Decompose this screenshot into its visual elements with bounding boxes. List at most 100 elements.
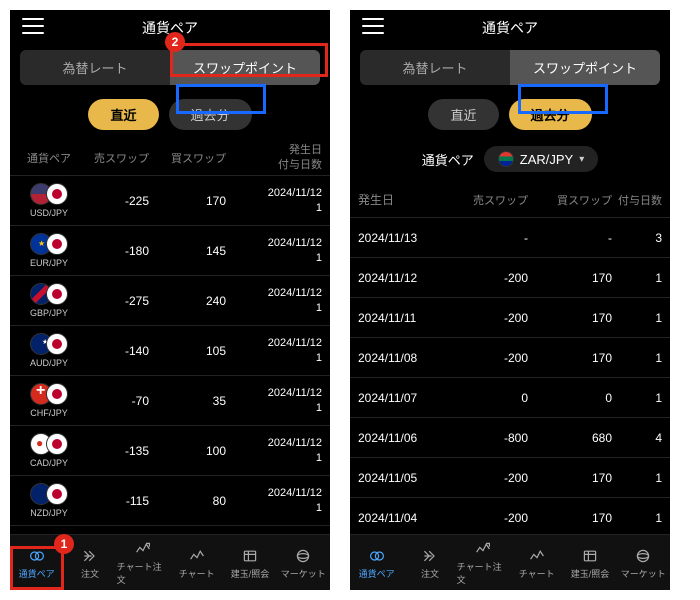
flag-jpy-icon — [46, 433, 68, 455]
buy-swap: 35 — [157, 394, 234, 408]
buy-swap: 170 — [157, 194, 234, 208]
pair-code: USD/JPY — [30, 208, 68, 218]
table-row[interactable]: 2024/11/06-8006804 — [350, 418, 670, 458]
date-cell: 2024/11/11 — [358, 311, 444, 325]
date-cell: 2024/11/12 — [358, 271, 444, 285]
pair-cell: CAD/JPY — [18, 433, 80, 468]
buy-swap: 170 — [528, 511, 612, 525]
buy-swap: 105 — [157, 344, 234, 358]
nav-chart-order[interactable]: チャート注文 — [457, 535, 510, 590]
pair-code: GBP/JPY — [30, 308, 68, 318]
days-cell: 1 — [612, 391, 662, 405]
pair-cell: AUD/JPY — [18, 333, 80, 368]
sell-swap: -115 — [80, 494, 157, 508]
sell-swap: -225 — [80, 194, 157, 208]
nav-label: チャート — [519, 567, 555, 580]
tab-swap[interactable]: スワップポイント — [170, 50, 320, 85]
col-sell: 売スワップ — [80, 150, 157, 166]
nav-market-icon — [293, 547, 313, 565]
nav-order-icon — [80, 547, 100, 565]
pair-selector-label: 通貨ペア — [422, 150, 474, 169]
tab-rate[interactable]: 為替レート — [20, 50, 170, 85]
nav-chart[interactable]: チャート — [170, 535, 223, 590]
table-row[interactable]: AUD/JPY-1401052024/11/121 — [10, 326, 330, 376]
table-row[interactable]: 2024/11/05-2001701 — [350, 458, 670, 498]
pair-dropdown-value: ZAR/JPY — [520, 152, 573, 167]
table-row[interactable]: GBP/JPY-2752402024/11/121 — [10, 276, 330, 326]
table-row[interactable]: CHF/JPY-70352024/11/121 — [10, 376, 330, 426]
nav-chart[interactable]: チャート — [510, 535, 563, 590]
table-row[interactable]: 2024/11/08-2001701 — [350, 338, 670, 378]
period-pills: 直近 過去分 — [10, 99, 330, 130]
pair-dropdown[interactable]: ZAR/JPY ▾ — [484, 146, 599, 172]
col-days: 付与日数 — [612, 192, 662, 208]
buy-swap: 0 — [528, 391, 612, 405]
date-cell: 2024/11/121 — [234, 386, 322, 415]
date-cell: 2024/11/13 — [358, 231, 444, 245]
table-header: 通貨ペア 売スワップ 買スワップ 発生日 付与日数 — [10, 140, 330, 176]
nav-label: 建玉/照会 — [231, 567, 270, 580]
pair-code: EUR/JPY — [30, 258, 68, 268]
nav-position[interactable]: 建玉/照会 — [563, 535, 616, 590]
col-date: 発生日 — [358, 191, 444, 208]
nav-order[interactable]: 注文 — [403, 535, 456, 590]
pill-recent[interactable]: 直近 — [88, 99, 158, 130]
nav-label: チャート注文 — [457, 560, 510, 586]
days-cell: 1 — [612, 471, 662, 485]
pill-recent[interactable]: 直近 — [428, 99, 498, 130]
nav-label: 通貨ペア — [359, 567, 395, 580]
table-row[interactable]: 2024/11/04-2001701 — [350, 498, 670, 534]
tab-swap[interactable]: スワップポイント — [510, 50, 660, 85]
table-row[interactable]: 2024/11/12-2001701 — [350, 258, 670, 298]
date-cell: 2024/11/121 — [234, 286, 322, 315]
menu-icon[interactable] — [22, 18, 44, 34]
buy-swap: 680 — [528, 431, 612, 445]
sell-swap: - — [444, 231, 528, 245]
nav-label: 通貨ペア — [19, 567, 55, 580]
date-cell: 2024/11/05 — [358, 471, 444, 485]
flag-jpy-icon — [46, 483, 68, 505]
sell-swap: -200 — [444, 271, 528, 285]
nav-position[interactable]: 建玉/照会 — [223, 535, 276, 590]
pair-code: AUD/JPY — [30, 358, 68, 368]
buy-swap: 145 — [157, 244, 234, 258]
header: 通貨ペア — [350, 10, 670, 46]
table-row[interactable]: 2024/11/13--3 — [350, 218, 670, 258]
table-row[interactable]: CAD/JPY-1351002024/11/121 — [10, 426, 330, 476]
nav-chart-order-icon — [133, 540, 153, 558]
date-cell: 2024/11/121 — [234, 186, 322, 215]
nav-market[interactable]: マーケット — [277, 535, 330, 590]
table-row[interactable]: 2024/11/11-2001701 — [350, 298, 670, 338]
pill-history[interactable]: 過去分 — [509, 99, 592, 130]
pair-selector-row: 通貨ペア ZAR/JPY ▾ — [350, 146, 670, 172]
pair-code: CAD/JPY — [30, 458, 68, 468]
pair-cell: NZD/JPY — [18, 483, 80, 518]
pair-cell: USD/JPY — [18, 183, 80, 218]
nav-position-icon — [240, 547, 260, 565]
nav-pair[interactable]: 通貨ペア — [350, 535, 403, 590]
nav-market[interactable]: マーケット — [617, 535, 670, 590]
nav-label: マーケット — [281, 567, 326, 580]
flag-jpy-icon — [46, 183, 68, 205]
category-tabs: 為替レート スワップポイント — [360, 50, 660, 85]
table-row[interactable]: NZD/JPY-115802024/11/121 — [10, 476, 330, 526]
nav-pair-icon — [367, 547, 387, 565]
days-cell: 1 — [612, 351, 662, 365]
table-row[interactable]: 2024/11/07001 — [350, 378, 670, 418]
sell-swap: -800 — [444, 431, 528, 445]
days-cell: 1 — [612, 271, 662, 285]
pair-cell: CHF/JPY — [18, 383, 80, 418]
nav-chart-order[interactable]: チャート注文 — [117, 535, 170, 590]
sell-swap: 0 — [444, 391, 528, 405]
pill-history[interactable]: 過去分 — [169, 99, 252, 130]
table-row[interactable]: USD/JPY -2251702024/11/121 — [10, 176, 330, 226]
days-cell: 1 — [612, 311, 662, 325]
nav-label: 注文 — [81, 567, 99, 580]
menu-icon[interactable] — [362, 18, 384, 34]
swap-rows: USD/JPY-2251702024/11/121EUR/JPY-1801452… — [10, 176, 330, 534]
pair-code: CHF/JPY — [30, 408, 68, 418]
pair-code: NZD/JPY — [30, 508, 68, 518]
tab-rate[interactable]: 為替レート — [360, 50, 510, 85]
flag-jpy-icon — [46, 383, 68, 405]
table-row[interactable]: EUR/JPY-1801452024/11/121 — [10, 226, 330, 276]
